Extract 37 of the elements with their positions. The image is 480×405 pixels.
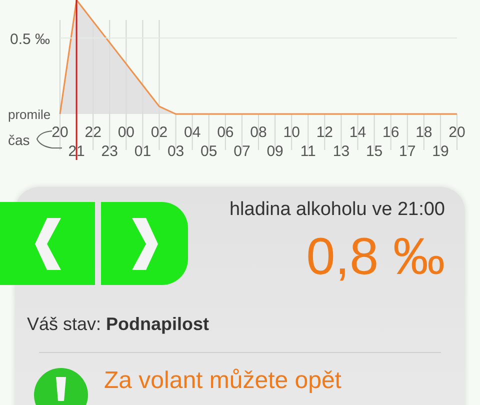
x-tick-label: 20 <box>448 124 466 141</box>
x-tick-label: 19 <box>432 143 449 160</box>
x-tick-label: 04 <box>184 124 201 141</box>
x-tick-label: 16 <box>382 124 400 141</box>
x-tick-label: 05 <box>200 143 218 160</box>
x-tick-label: 13 <box>332 143 350 160</box>
x-tick-label: 07 <box>234 143 250 160</box>
x-tick-label: 14 <box>349 124 366 141</box>
level-time: 21:00 <box>397 199 445 220</box>
status-value: Podnapilost <box>106 314 210 334</box>
previous-button[interactable] <box>0 202 95 285</box>
x-tick-label: 01 <box>134 143 152 160</box>
level-label: hladina alkoholu ve <box>229 199 392 220</box>
chevron-right-icon <box>132 218 158 270</box>
x-tick-label: 23 <box>101 143 118 160</box>
x-axis-label: čas <box>8 132 30 148</box>
x-tick-label: 00 <box>118 124 134 141</box>
x-tick-label: 17 <box>399 143 416 160</box>
x-tick-label: 12 <box>316 124 333 141</box>
x-tick-label: 20 <box>52 124 68 141</box>
x-tick-label: 02 <box>150 124 168 141</box>
alcohol-level-value: 0,8 ‰ <box>306 226 445 286</box>
chevron-left-icon <box>34 218 60 270</box>
x-tick-label: 06 <box>217 124 234 141</box>
next-button[interactable] <box>101 202 188 285</box>
y-axis-label: promile <box>8 107 51 122</box>
x-tick-label: 09 <box>266 143 284 160</box>
notice-text: Za volant můžete opět <box>104 366 342 396</box>
x-tick-label: 11 <box>300 143 316 160</box>
x-tick-label: 10 <box>283 124 300 141</box>
x-tick-label: 22 <box>84 124 102 141</box>
x-tick-label: 15 <box>366 143 383 160</box>
x-tick-label: 18 <box>416 124 432 141</box>
status-label: Váš stav: <box>27 314 102 334</box>
y-tick-label: 0.5 ‰ <box>10 31 50 48</box>
x-tick-label: 08 <box>250 124 267 141</box>
x-tick-label: 03 <box>167 143 184 160</box>
